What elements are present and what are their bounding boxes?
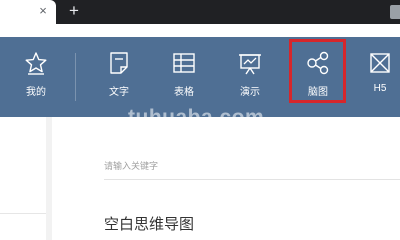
search-input[interactable] xyxy=(104,156,304,176)
close-icon[interactable]: × xyxy=(36,4,50,18)
toolbar-item-h5[interactable]: H5 xyxy=(358,37,400,117)
new-tab-button[interactable]: + xyxy=(66,2,82,20)
toolbar-item-label: 我的 xyxy=(26,87,46,98)
toolbar-item-mine[interactable]: 我的 xyxy=(14,37,58,117)
app-toolbar: 我的 文字 表格 演示 脑图 H5 xyxy=(0,37,400,117)
toolbar-item-label: 演示 xyxy=(240,87,260,98)
page-root: × + 我的 文字 表格 演示 脑图 H5 请输入关键字 空白思维导图 tuhu… xyxy=(0,0,400,240)
header-gap xyxy=(0,24,400,37)
tab-edge-indicator xyxy=(390,5,400,19)
toolbar-item-label: 文字 xyxy=(109,87,129,98)
toolbar-item-presentation[interactable]: 演示 xyxy=(228,37,272,117)
toolbar-item-text[interactable]: 文字 xyxy=(97,37,141,117)
presentation-icon xyxy=(236,49,264,77)
table-icon xyxy=(170,49,198,77)
star-icon xyxy=(22,49,50,77)
toolbar-separator xyxy=(75,53,76,101)
search-box xyxy=(104,152,400,180)
toolbar-item-label: H5 xyxy=(373,83,387,94)
left-panel-divider xyxy=(0,213,46,214)
left-panel xyxy=(0,117,46,240)
envelope-icon xyxy=(366,49,394,77)
browser-tab-strip: × + xyxy=(0,0,400,24)
browser-tab[interactable]: × xyxy=(0,0,56,24)
toolbar-item-table[interactable]: 表格 xyxy=(162,37,206,117)
mindmap-highlight-box xyxy=(289,39,346,103)
blank-mindmap-item[interactable]: 空白思维导图 xyxy=(104,213,194,234)
note-icon xyxy=(105,49,133,77)
toolbar-item-label: 表格 xyxy=(174,87,194,98)
